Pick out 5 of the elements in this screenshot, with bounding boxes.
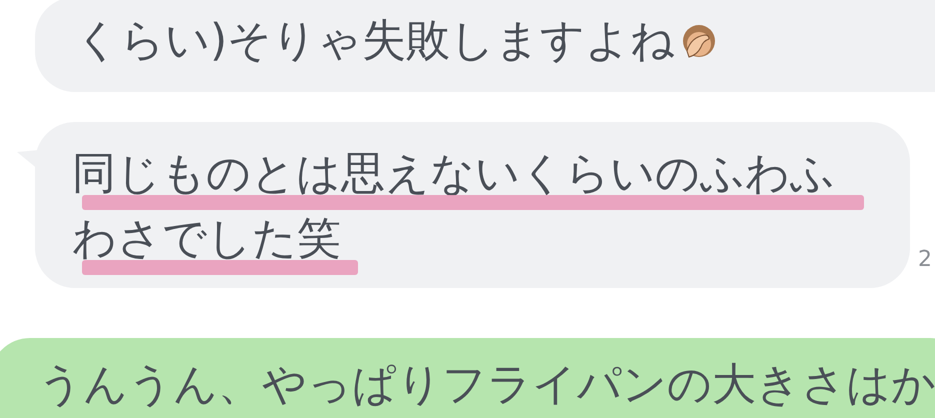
message-text: くらい)そりゃ失敗しますよね <box>75 14 676 68</box>
message-time: 2 <box>918 247 932 272</box>
message-text: わさでした笑 <box>72 212 341 266</box>
message-text: うんうん、やっぱりフライパンの大きさはか <box>38 358 935 412</box>
message-text: 同じものとは思えないくらいのふわふ <box>72 147 835 201</box>
